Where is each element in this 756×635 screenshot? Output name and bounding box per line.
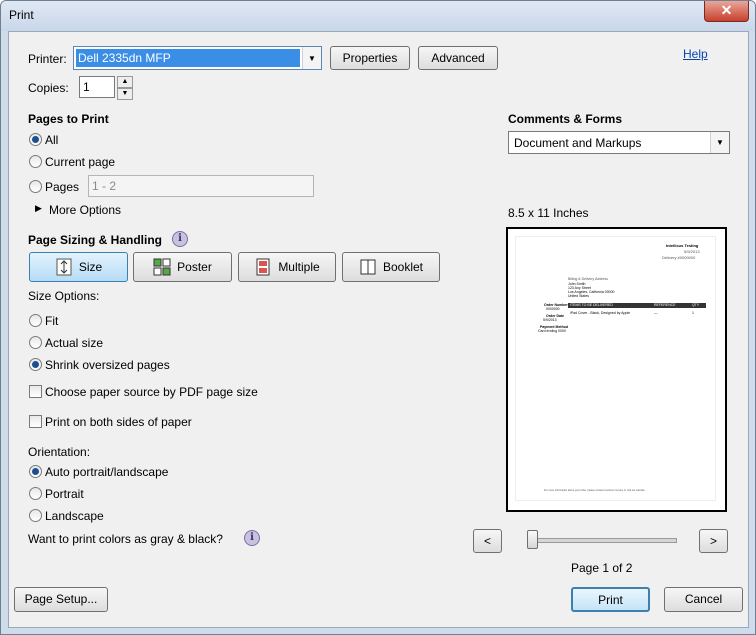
pages-to-print-heading: Pages to Print <box>28 112 109 126</box>
fit-radio[interactable] <box>29 314 42 327</box>
orientation-label: Orientation: <box>28 445 91 459</box>
preview-table-header-cell: ITEMS TO BE DELIVERED <box>570 303 613 307</box>
preview-address-title: Billing & Delivery Address <box>568 277 608 281</box>
pages-all-label[interactable]: All <box>45 133 58 147</box>
close-button[interactable]: ✕ <box>704 1 749 22</box>
preview-order-date-value: 5/9/2013 <box>543 318 557 322</box>
preview-payment-value: Card ending 0000 <box>538 329 566 333</box>
auto-orientation-radio[interactable] <box>29 465 42 478</box>
preview-table-cell: 1 <box>692 311 694 315</box>
size-button[interactable]: Size <box>29 252 128 282</box>
gray-black-question: Want to print colors as gray & black? <box>28 532 223 546</box>
preview-table-header-cell: QTY <box>692 303 700 307</box>
page-slider-thumb[interactable] <box>527 530 538 549</box>
preview-page: Intellicus Testing 5/9/2013 Delivery #00… <box>516 237 715 500</box>
paper-size-label: 8.5 x 11 Inches <box>508 206 589 220</box>
size-icon <box>56 258 72 276</box>
preview-table-header-cell: REFERENCE <box>654 303 676 307</box>
both-sides-checkbox[interactable] <box>29 415 42 428</box>
comments-forms-heading: Comments & Forms <box>508 112 623 126</box>
page-slider-track[interactable] <box>530 538 677 543</box>
landscape-label[interactable]: Landscape <box>45 509 104 523</box>
pages-range-input[interactable]: 1 - 2 <box>88 175 314 197</box>
pages-range-placeholder: 1 - 2 <box>92 179 117 193</box>
comments-forms-value: Document and Markups <box>514 136 642 150</box>
size-options-label: Size Options: <box>28 289 100 303</box>
preview-footer: For more information about your order, p… <box>544 489 646 492</box>
preview-delivery: Delivery #0000000 <box>662 255 696 260</box>
paper-source-label[interactable]: Choose paper source by PDF page size <box>45 385 258 399</box>
copies-up-icon[interactable]: ▲ <box>117 76 133 88</box>
title-bar: Print ✕ <box>1 1 755 31</box>
actual-size-label[interactable]: Actual size <box>45 336 103 350</box>
print-dialog: Print ✕ Printer: Dell 2335dn MFP ▼ Prope… <box>0 0 756 635</box>
chevron-down-icon[interactable]: ▼ <box>710 132 729 153</box>
landscape-radio[interactable] <box>29 509 42 522</box>
printer-select[interactable]: Dell 2335dn MFP ▼ <box>73 46 322 70</box>
preview-table-cell: iPad Cover - Black, Designed by Apple <box>570 311 631 315</box>
current-page-label[interactable]: Current page <box>45 155 115 169</box>
size-button-label: Size <box>78 260 103 274</box>
copies-value: 1 <box>83 80 90 94</box>
booklet-button[interactable]: Booklet <box>342 252 440 282</box>
page-setup-button[interactable]: Page Setup... <box>14 587 108 612</box>
pages-range-radio[interactable] <box>29 180 42 193</box>
comments-forms-select[interactable]: Document and Markups ▼ <box>508 131 730 154</box>
current-page-radio[interactable] <box>29 155 42 168</box>
paper-source-checkbox[interactable] <box>29 385 42 398</box>
info-icon[interactable]: i <box>172 231 188 247</box>
booklet-button-label: Booklet <box>382 260 424 274</box>
preview-table-cell: — <box>654 311 658 315</box>
preview-date: 5/9/2013 <box>684 249 700 254</box>
poster-button[interactable]: Poster <box>133 252 232 282</box>
previous-page-button[interactable]: < <box>473 529 502 553</box>
page-indicator: Page 1 of 2 <box>571 561 633 575</box>
pages-all-radio[interactable] <box>29 133 42 146</box>
copies-input[interactable]: 1 <box>79 76 115 98</box>
properties-button[interactable]: Properties <box>330 46 410 70</box>
copies-down-icon[interactable]: ▼ <box>117 88 133 100</box>
pages-range-label[interactable]: Pages <box>45 180 79 194</box>
shrink-oversized-label[interactable]: Shrink oversized pages <box>45 358 170 372</box>
poster-button-label: Poster <box>177 260 212 274</box>
fit-label[interactable]: Fit <box>45 314 58 328</box>
print-button[interactable]: Print <box>571 587 650 612</box>
page-sizing-heading: Page Sizing & Handling <box>28 233 163 247</box>
booklet-icon <box>360 259 376 275</box>
both-sides-label[interactable]: Print on both sides of paper <box>45 415 192 429</box>
preview-address-line: United States <box>568 294 590 298</box>
multiple-button-label: Multiple <box>278 260 320 274</box>
help-link[interactable]: Help <box>683 47 708 61</box>
preview-table-header: ITEMS TO BE DELIVERED REFERENCE QTY <box>568 303 706 308</box>
print-preview: Intellicus Testing 5/9/2013 Delivery #00… <box>506 227 727 512</box>
info-icon[interactable]: i <box>244 530 260 546</box>
window-title: Print <box>9 8 34 22</box>
multiple-icon <box>256 258 270 276</box>
shrink-oversized-radio[interactable] <box>29 358 42 371</box>
auto-orientation-label[interactable]: Auto portrait/landscape <box>45 465 168 479</box>
copies-label: Copies: <box>28 81 69 95</box>
poster-icon <box>153 258 171 276</box>
portrait-label[interactable]: Portrait <box>45 487 84 501</box>
printer-select-value: Dell 2335dn MFP <box>76 49 300 67</box>
expand-triangle-icon[interactable]: ▶ <box>35 203 42 214</box>
chevron-down-icon[interactable]: ▼ <box>302 47 321 69</box>
multiple-button[interactable]: Multiple <box>238 252 336 282</box>
next-page-button[interactable]: > <box>699 529 728 553</box>
more-options-toggle[interactable]: More Options <box>49 203 121 217</box>
actual-size-radio[interactable] <box>29 336 42 349</box>
advanced-button[interactable]: Advanced <box>418 46 498 70</box>
cancel-button[interactable]: Cancel <box>664 587 743 612</box>
portrait-radio[interactable] <box>29 487 42 500</box>
preview-order-number-value: 0000000 <box>546 307 560 311</box>
dialog-client-area: Printer: Dell 2335dn MFP ▼ Properties Ad… <box>8 31 749 628</box>
printer-label: Printer: <box>28 52 67 66</box>
preview-company: Intellicus Testing <box>666 243 699 248</box>
